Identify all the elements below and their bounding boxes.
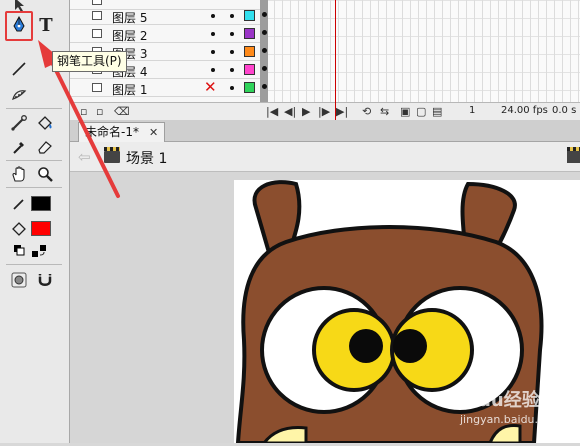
owl-right-pupil (393, 329, 427, 363)
layer-outline-color[interactable] (244, 10, 255, 21)
document-tab[interactable]: 未命名-1* ✕ (78, 122, 166, 142)
document-tab-bar: 未命名-1* ✕ (70, 120, 580, 142)
text-tool-icon[interactable]: T (35, 15, 57, 37)
layer-icon (92, 11, 102, 20)
keyframe-dot[interactable] (262, 30, 267, 35)
edit-bar: ⇦ 场景 1 (70, 142, 580, 172)
loop-icon[interactable]: ⟲ (362, 105, 371, 118)
layer-name: 图层 5 (112, 11, 148, 25)
hand-tool-icon[interactable] (8, 163, 30, 185)
keyframe-dot[interactable] (262, 12, 267, 17)
layer-name: 图层 1 (112, 83, 148, 97)
eyedropper-icon[interactable] (8, 136, 30, 158)
scene-clapper-icon (104, 147, 120, 163)
lock-dot[interactable] (230, 68, 234, 72)
eraser-icon[interactable] (34, 136, 56, 158)
edit-scene-icon[interactable] (567, 147, 580, 163)
first-frame-icon[interactable]: |◀ (266, 105, 278, 118)
layer-icon (92, 83, 102, 92)
layer-name: 图层 2 (112, 29, 148, 43)
layer-row[interactable]: 图层 2 (70, 25, 265, 43)
visibility-dot[interactable] (211, 68, 215, 72)
pen-tool-tooltip: 钢笔工具(P) (52, 51, 127, 72)
elapsed-time: 0.0 s (552, 105, 577, 116)
frame-rate[interactable]: 24.00 fps (501, 105, 548, 116)
fill-color-icon[interactable] (8, 218, 30, 240)
visibility-dot[interactable] (211, 14, 215, 18)
layer-icon (92, 0, 102, 5)
toolbar-divider (6, 187, 62, 188)
toolbar-divider (6, 108, 62, 109)
last-frame-icon[interactable]: ▶| (336, 105, 348, 118)
timeline-panel: 图层 5 图层 2 图层 3 图层 4 图层 1 ✕ ▫ ▫ ⌫ |◀ ◀| ▶… (70, 0, 580, 120)
keyframe-dot[interactable] (262, 84, 267, 89)
zoom-tool-icon[interactable] (34, 163, 56, 185)
layer-row[interactable]: 图层 1 ✕ (70, 78, 265, 97)
stroke-color-swatch[interactable] (31, 196, 51, 211)
play-icon[interactable]: ▶ (302, 105, 310, 118)
bone-tool-icon[interactable] (8, 112, 30, 134)
document-tab-title: 未命名-1* (85, 125, 139, 139)
current-frame[interactable]: 1 (469, 105, 475, 116)
owl-left-pupil (349, 329, 383, 363)
toolbar-divider (6, 264, 62, 265)
hidden-x-icon[interactable]: ✕ (204, 78, 217, 96)
onion-skin-icon[interactable]: ▣ (400, 105, 410, 118)
close-icon[interactable]: ✕ (149, 126, 158, 139)
visibility-dot[interactable] (211, 32, 215, 36)
object-drawing-icon[interactable] (8, 269, 30, 291)
swap-colors-icon[interactable] (28, 240, 50, 262)
lock-dot[interactable] (230, 86, 234, 90)
keyframe-dot[interactable] (262, 66, 267, 71)
watermark-brand: Baidu经验 (446, 390, 540, 411)
watermark-url: jingyan.baidu.com (460, 413, 562, 426)
line-tool-icon[interactable] (8, 58, 30, 80)
onion-outline-icon[interactable]: ▢ (416, 105, 426, 118)
playhead[interactable] (335, 0, 336, 120)
deco-tool-icon[interactable] (8, 84, 30, 106)
edit-multiple-icon[interactable]: ▤ (432, 105, 442, 118)
frame-grid[interactable] (266, 0, 580, 102)
lock-dot[interactable] (230, 32, 234, 36)
center-frame-icon[interactable]: ⇆ (380, 105, 389, 118)
pen-tool-icon[interactable] (8, 14, 30, 36)
layer-row[interactable]: 图层 5 (70, 7, 265, 25)
scene-label[interactable]: 场景 1 (126, 148, 167, 168)
toolbar-divider (6, 160, 62, 161)
layer-outline-color[interactable] (244, 82, 255, 93)
layer-outline-color[interactable] (244, 46, 255, 57)
lock-dot[interactable] (230, 14, 234, 18)
visibility-dot[interactable] (211, 50, 215, 54)
fill-color-swatch[interactable] (31, 221, 51, 236)
timeline-controls: ▫ ▫ ⌫ |◀ ◀| ▶ |▶ ▶| ⟲ ⇆ ▣ ▢ ▤ 1 24.00 fp… (70, 102, 580, 120)
new-folder-icon[interactable]: ▫ (96, 105, 103, 118)
layer-outline-color[interactable] (244, 64, 255, 75)
stroke-color-icon[interactable] (8, 193, 30, 215)
new-layer-icon[interactable]: ▫ (80, 105, 87, 118)
delete-layer-icon[interactable]: ⌫ (114, 105, 130, 118)
next-frame-icon[interactable]: |▶ (318, 105, 330, 118)
snap-magnet-icon[interactable] (34, 269, 56, 291)
layer-icon (92, 29, 102, 38)
paint-bucket-icon[interactable] (34, 112, 56, 134)
prev-frame-icon[interactable]: ◀| (284, 105, 296, 118)
back-arrow-icon[interactable]: ⇦ (78, 148, 91, 166)
lock-dot[interactable] (230, 50, 234, 54)
layer-outline-color[interactable] (244, 28, 255, 39)
keyframe-dot[interactable] (262, 48, 267, 53)
